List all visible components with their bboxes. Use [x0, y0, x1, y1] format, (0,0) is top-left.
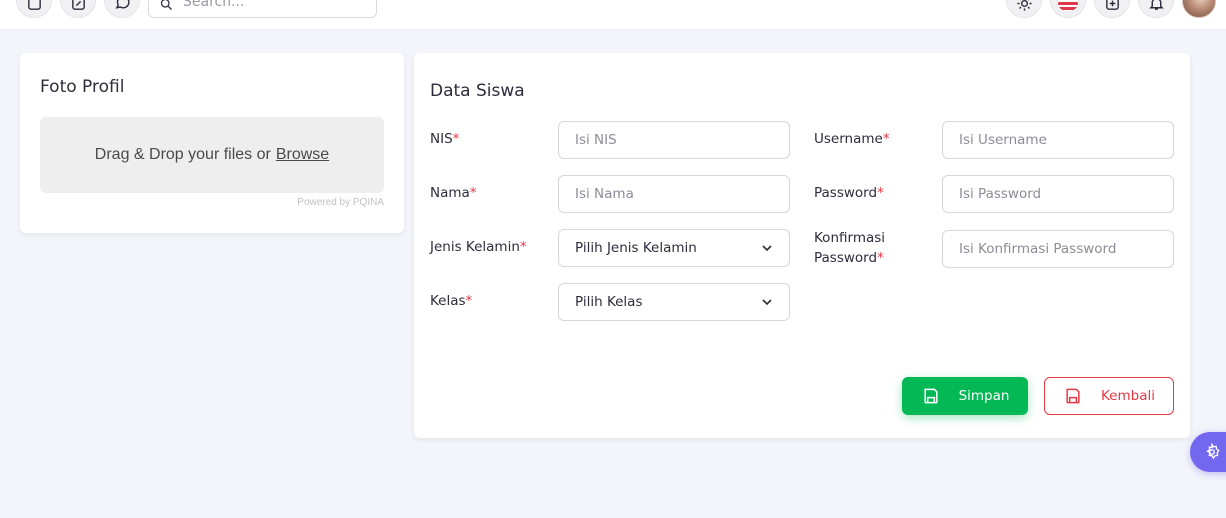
foto-profil-title: Foto Profil	[40, 77, 125, 97]
edit-icon	[71, 0, 85, 10]
us-flag-icon	[1058, 0, 1078, 11]
language-button[interactable]	[1050, 0, 1086, 18]
sun-icon	[1016, 0, 1032, 11]
kelas-selected: Pilih Kelas	[575, 294, 643, 310]
jenis-kelamin-select[interactable]: Pilih Jenis Kelamin	[558, 229, 790, 267]
chevron-down-icon	[762, 245, 772, 252]
powered-by-label: Powered by PQINA	[297, 197, 384, 208]
gear-icon	[1206, 443, 1220, 460]
password-field[interactable]	[942, 175, 1174, 213]
chat-icon	[115, 0, 130, 9]
search-icon	[160, 0, 172, 10]
apps-icon	[1105, 0, 1119, 10]
file-dropzone[interactable]: Drag & Drop your files or Browse	[40, 117, 384, 193]
app-icon-button[interactable]	[16, 0, 52, 18]
data-siswa-title: Data Siswa	[430, 81, 525, 101]
jenis-kelamin-label: Jenis Kelamin*	[430, 239, 527, 255]
konfirmasi-password-label: Konfirmasi Password*	[814, 230, 886, 266]
kembali-button[interactable]: Kembali	[1044, 377, 1174, 415]
theme-toggle-button[interactable]	[1006, 0, 1042, 18]
edit-icon-button[interactable]	[60, 0, 96, 18]
konfirmasi-password-field[interactable]	[942, 230, 1174, 268]
nis-label: NIS*	[430, 131, 460, 147]
search-box[interactable]	[148, 0, 377, 18]
chevron-down-icon	[762, 299, 772, 306]
data-siswa-card: Data Siswa NIS* Nama* Jenis Kelamin* Pil…	[414, 53, 1190, 438]
nama-field[interactable]	[558, 175, 790, 213]
chat-icon-button[interactable]	[104, 0, 140, 18]
save-icon	[923, 388, 938, 404]
kembali-label: Kembali	[1101, 388, 1155, 404]
nis-input[interactable]	[575, 132, 773, 148]
username-input[interactable]	[959, 132, 1157, 148]
kelas-label: Kelas*	[430, 293, 473, 309]
nama-input[interactable]	[575, 186, 773, 202]
username-field[interactable]	[942, 121, 1174, 159]
nis-field[interactable]	[558, 121, 790, 159]
simpan-label: Simpan	[958, 388, 1010, 404]
search-input[interactable]	[183, 0, 353, 12]
shortcuts-button[interactable]	[1094, 0, 1130, 18]
notifications-button[interactable]	[1138, 0, 1174, 18]
back-icon	[1066, 388, 1080, 404]
kelas-select[interactable]: Pilih Kelas	[558, 283, 790, 321]
username-label: Username*	[814, 131, 890, 147]
simpan-button[interactable]: Simpan	[902, 377, 1028, 415]
app-icon	[27, 0, 41, 10]
customizer-settings-button[interactable]	[1190, 432, 1226, 472]
jenis-kelamin-selected: Pilih Jenis Kelamin	[575, 240, 697, 256]
top-navbar	[0, 0, 1226, 30]
password-input[interactable]	[959, 186, 1157, 202]
dropzone-text: Drag & Drop your files or	[94, 146, 271, 163]
foto-profil-card: Foto Profil Drag & Drop your files or Br…	[20, 53, 404, 233]
password-label: Password*	[814, 185, 884, 201]
browse-link[interactable]: Browse	[276, 146, 329, 164]
bell-icon	[1148, 0, 1164, 10]
konfirmasi-password-input[interactable]	[959, 241, 1157, 257]
nama-label: Nama*	[430, 185, 477, 201]
avatar[interactable]	[1182, 0, 1216, 18]
